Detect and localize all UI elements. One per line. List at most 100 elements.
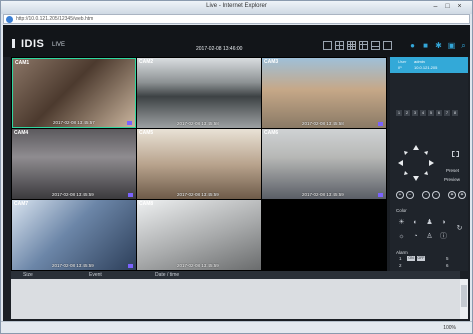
idis-logo: IDIS LIVE	[12, 38, 65, 50]
saturation-icon[interactable]: ♟	[426, 219, 433, 226]
ptz-downright-icon	[424, 171, 428, 175]
alarm-in-5: 5	[446, 256, 449, 261]
vms-app: IDIS LIVE 2017-02-08 13:46:00 ● ■ ✱ ▣ ⌕ …	[3, 25, 470, 321]
record-icon[interactable]: ■	[421, 41, 430, 50]
top-bar: IDIS LIVE 2017-02-08 13:46:00 ● ■ ✱ ▣ ⌕	[3, 25, 470, 57]
camera-timestamp: 2017-02-08 13:45:59	[177, 263, 219, 268]
user-name: admin	[414, 59, 425, 64]
address-bar[interactable]: http://10.0.121.205/12345/web.htm	[3, 14, 470, 24]
camera-tile-4[interactable]: CAM4 2017-02-08 13:45:59	[12, 129, 136, 199]
title-bar: Live - Internet Explorer – □ ×	[1, 1, 472, 14]
camera-timestamp: 2017-02-08 13:45:59	[177, 192, 219, 197]
camera-tile-3[interactable]: CAM3 2017-02-08 13:45:58	[262, 58, 386, 128]
alarm-label: Alarm	[396, 250, 408, 255]
ptz-up-icon	[413, 145, 419, 150]
layout-1x1-icon[interactable]	[323, 41, 332, 50]
control-panel: User admin IP 10.0.121.205 1 2 3 4 5 6 7…	[390, 57, 468, 271]
camera-select-3[interactable]: 3	[412, 110, 418, 116]
iris-open-icon[interactable]: ✦	[448, 191, 456, 199]
user-info: User admin IP 10.0.121.205	[390, 57, 468, 73]
minimize-icon[interactable]: –	[431, 3, 440, 11]
ptz-upleft-icon	[404, 151, 408, 155]
camera-select-8[interactable]: 8	[452, 110, 458, 116]
ptz-left-icon	[398, 160, 403, 166]
camera-tile-1[interactable]: CAM1 2017-02-08 13:45:57	[12, 58, 136, 128]
browser-window: Live - Internet Explorer – □ × http://10…	[0, 0, 473, 334]
camera-timestamp: 2017-02-08 13:45:58	[302, 121, 344, 126]
camera-tile-8[interactable]: CAM8 2017-02-08 13:45:59	[137, 200, 261, 270]
mode-label: LIVE	[52, 42, 66, 48]
status-bar: 100%	[1, 321, 472, 333]
ptz-focus-icon[interactable]	[452, 151, 459, 157]
alarm-in-6: 6	[446, 263, 449, 268]
url-text: http://10.0.121.205/12345/web.htm	[16, 16, 94, 22]
alarm-on-badge[interactable]: ON	[407, 256, 415, 261]
event-scrollbar[interactable]	[460, 279, 468, 319]
ptz-right-icon	[429, 160, 434, 166]
camera-timestamp: 2017-02-08 13:45:59	[302, 192, 344, 197]
audio-icon	[127, 121, 132, 125]
fullscreen-icon[interactable]	[383, 41, 392, 50]
layout-3x3-icon[interactable]	[347, 41, 356, 50]
search-icon[interactable]: ⌕	[459, 41, 468, 50]
focus-near-icon[interactable]: ◦	[422, 191, 430, 199]
camera-timestamp: 2017-02-08 13:45:57	[53, 120, 95, 125]
hue-icon[interactable]: ◑	[440, 219, 447, 226]
zoom-out-icon[interactable]: −	[406, 191, 414, 199]
export-icon[interactable]: ▣	[447, 41, 456, 50]
zoom-level[interactable]: 100%	[443, 325, 456, 331]
camera-timestamp: 2017-02-08 13:45:58	[177, 121, 219, 126]
camera-select-4[interactable]: 4	[420, 110, 426, 116]
zoom-in-icon[interactable]: +	[396, 191, 404, 199]
layout-4x4-icon[interactable]	[359, 41, 368, 50]
camera-grid: CAM1 2017-02-08 13:45:57 CAM2 2017-02-08…	[11, 57, 387, 271]
audio-icon	[378, 193, 383, 197]
ptz-dial[interactable]	[396, 143, 436, 183]
layout-2x2-icon[interactable]	[335, 41, 344, 50]
contrast-icon[interactable]: ◐	[412, 219, 419, 226]
iris-close-icon[interactable]: ✦	[458, 191, 466, 199]
event-list-header: Size Event Date / time	[11, 271, 460, 279]
alarm-in-1: 1	[399, 256, 402, 261]
col-datetime: Date / time	[155, 272, 180, 278]
camera-tile-7[interactable]: CAM7 2017-02-08 13:45:59	[12, 200, 136, 270]
ie-logo-icon	[6, 16, 13, 23]
col-event: Event	[89, 272, 102, 278]
contrast-down-icon[interactable]: ◔	[412, 233, 419, 240]
camera-timestamp: 2017-02-08 13:45:59	[52, 192, 94, 197]
alarm-off-badge[interactable]: OFF	[417, 256, 425, 261]
info-icon[interactable]: ⓘ	[440, 233, 447, 240]
ptz-downleft-icon	[404, 171, 408, 175]
camera-select-7[interactable]: 7	[444, 110, 450, 116]
camera-tile-empty[interactable]	[262, 200, 386, 270]
camera-timestamp: 2017-02-08 13:45:59	[52, 263, 94, 268]
user-ip: 10.0.121.205	[414, 65, 438, 70]
saturation-down-icon[interactable]: ♙	[426, 233, 433, 240]
brightness-icon[interactable]: ☀	[398, 219, 405, 226]
audio-icon	[128, 264, 133, 268]
camera-tile-2[interactable]: CAM2 2017-02-08 13:45:58	[137, 58, 261, 128]
col-size: Size	[23, 272, 33, 278]
event-list[interactable]	[11, 279, 460, 319]
layout-custom-icon[interactable]	[371, 41, 380, 50]
camera-select-6[interactable]: 6	[436, 110, 442, 116]
current-datetime: 2017-02-08 13:46:00	[196, 46, 243, 52]
camera-select-5[interactable]: 5	[428, 110, 434, 116]
user-icon[interactable]: ●	[408, 41, 417, 50]
camera-tile-5[interactable]: CAM5 2017-02-08 13:45:59	[137, 129, 261, 199]
close-icon[interactable]: ×	[455, 3, 464, 11]
preset-label[interactable]: Preset	[446, 168, 459, 173]
preview-label[interactable]: Preview	[444, 177, 460, 182]
camera-select-1[interactable]: 1	[396, 110, 402, 116]
focus-far-icon[interactable]: ◦	[432, 191, 440, 199]
ptz-upright-icon	[424, 151, 428, 155]
camera-select-2[interactable]: 2	[404, 110, 410, 116]
brightness-down-icon[interactable]: ☼	[398, 233, 405, 240]
camera-tile-6[interactable]: CAM6 2017-02-08 13:45:59	[262, 129, 386, 199]
settings-icon[interactable]: ✱	[434, 41, 443, 50]
audio-icon	[128, 193, 133, 197]
maximize-icon[interactable]: □	[443, 3, 452, 11]
reset-color-icon[interactable]: ↻	[456, 225, 463, 232]
audio-icon	[378, 122, 383, 126]
ptz-down-icon	[413, 176, 419, 181]
